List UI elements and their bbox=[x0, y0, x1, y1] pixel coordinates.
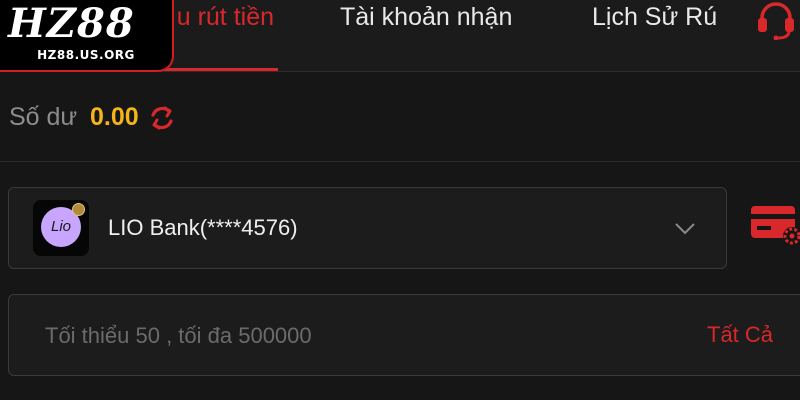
logo-domain: HZ88.US.ORG bbox=[37, 48, 135, 62]
bank-select[interactable]: Lio LIO Bank(****4576) bbox=[8, 187, 727, 269]
card-settings-icon[interactable] bbox=[748, 202, 800, 246]
withdraw-all-button[interactable]: Tất Cả bbox=[707, 321, 773, 349]
bank-name: LIO Bank(****4576) bbox=[108, 215, 298, 240]
headset-icon[interactable] bbox=[752, 0, 800, 40]
bank-logo: Lio bbox=[33, 200, 89, 256]
balance-row: Số dư 0.00 bbox=[0, 72, 800, 162]
balance-value: 0.00 bbox=[90, 103, 139, 131]
refresh-icon[interactable] bbox=[147, 103, 177, 133]
amount-input[interactable] bbox=[45, 319, 645, 353]
tab-receiving-account[interactable]: Tài khoản nhận bbox=[340, 0, 512, 72]
bank-badge-icon bbox=[72, 203, 85, 216]
logo-text: HZ88 bbox=[8, 0, 135, 47]
tab-history[interactable]: Lịch Sử Rú bbox=[592, 0, 717, 72]
amount-field: Tất Cả bbox=[8, 294, 800, 376]
chevron-down-icon bbox=[675, 223, 695, 235]
balance-label: Số dư bbox=[9, 103, 78, 131]
brand-logo: HZ88 HZ88.US.ORG bbox=[0, 0, 174, 72]
